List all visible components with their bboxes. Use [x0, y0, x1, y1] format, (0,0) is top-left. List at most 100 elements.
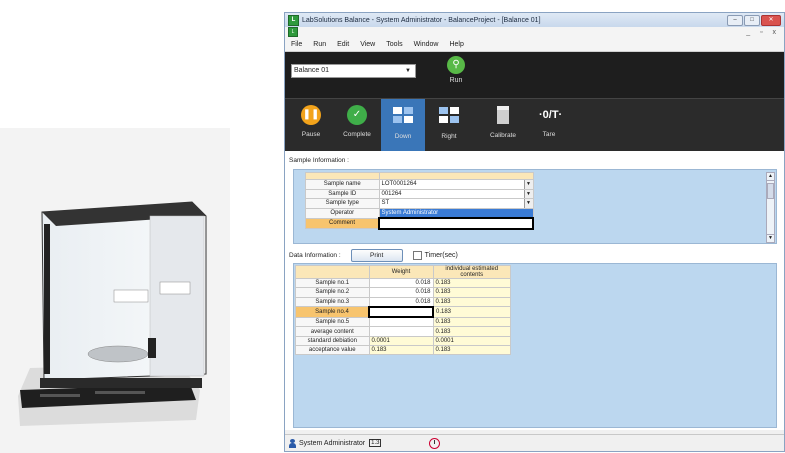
menu-file[interactable]: File: [291, 41, 302, 48]
row-label: Sample no.1: [295, 277, 370, 289]
window-title: LabSolutions Balance - System Administra…: [302, 16, 541, 24]
sample-info-table: Sample name LOT0001264 ▼ Sample ID 001264…: [305, 172, 534, 230]
data-info-table: Weight individual estimated contents Sam…: [295, 265, 511, 356]
vertical-scrollbar[interactable]: ▲ ▼: [766, 172, 775, 243]
sample-name-field[interactable]: LOT0001264 ▼: [378, 179, 534, 190]
table-row: average content 0.183: [295, 326, 511, 337]
sample-type-label: Sample type: [305, 198, 380, 209]
calibrate-label: Calibrate: [489, 132, 516, 139]
sample-info-grid: Sample name LOT0001264 ▼ Sample ID 001264…: [293, 169, 777, 244]
table-row: Sample no.2 0.018 0.183: [295, 287, 511, 298]
scroll-thumb[interactable]: [767, 183, 774, 199]
table-row: Sample ID 001264 ▼: [305, 188, 534, 199]
sample-info-label: Sample Information :: [289, 157, 349, 164]
weight-cell: 0.0001: [368, 335, 434, 347]
minimize-button[interactable]: –: [727, 14, 743, 26]
pause-icon: ❚❚: [301, 105, 321, 125]
weight-column-header: Weight: [368, 265, 434, 279]
close-button[interactable]: ✕: [761, 14, 781, 26]
table-row: Sample name LOT0001264 ▼: [305, 179, 534, 190]
row-label: Sample no.5: [295, 316, 370, 328]
content-cell: 0.183: [432, 306, 511, 318]
table-header-row: Weight individual estimated contents: [295, 265, 511, 279]
table-row: Sample no.3 0.018 0.183: [295, 296, 511, 308]
scroll-up-icon[interactable]: ▲: [767, 173, 774, 181]
weight-cell[interactable]: 0.018: [368, 296, 434, 308]
tare-button[interactable]: ·0/T· Tare: [527, 99, 571, 151]
table-row: acceptance value 0.183 0.183: [295, 345, 511, 356]
run-button[interactable]: ⚲ Run: [441, 56, 471, 84]
content-cell: 0.0001: [432, 335, 511, 347]
sample-type-field[interactable]: ST ▼: [378, 198, 534, 209]
menu-bar: File Run Edit View Tools Window Help: [285, 37, 784, 52]
mdi-window-controls[interactable]: _ ▫ x: [746, 29, 780, 36]
data-info-toolbar: Data Information : Print Timer(sec): [289, 249, 458, 262]
comment-label: Comment: [305, 217, 380, 229]
weight-cell[interactable]: 0.018: [368, 287, 434, 298]
dropdown-arrow-icon[interactable]: ▼: [523, 189, 533, 198]
balance-select-value: Balance 01: [294, 67, 330, 74]
data-info-label: Data Information :: [289, 252, 341, 259]
weight-cell[interactable]: 0.018: [368, 277, 434, 289]
status-user: System Administrator: [299, 439, 366, 447]
row-label: Sample no.4: [295, 306, 370, 318]
mdi-bar: L _ ▫ x: [285, 27, 784, 37]
menu-run[interactable]: Run: [313, 41, 326, 48]
chevron-down-icon: ▼: [405, 68, 411, 74]
app-icon: L: [288, 14, 299, 26]
grid-down-icon: [393, 107, 413, 127]
title-bar: L LabSolutions Balance - System Administ…: [285, 13, 784, 27]
dropdown-arrow-icon[interactable]: ▼: [523, 180, 533, 189]
operator-field[interactable]: System Administrator: [378, 207, 534, 219]
maximize-button[interactable]: □: [744, 14, 760, 26]
timer-checkbox[interactable]: Timer(sec): [412, 251, 458, 260]
sample-id-label: Sample ID: [305, 188, 380, 199]
table-row: Operator System Administrator: [305, 207, 534, 219]
content-cell: 0.183: [432, 296, 511, 308]
weight-cell-active[interactable]: [368, 305, 434, 319]
content-cell: 0.183: [432, 326, 511, 337]
content-cell: 0.183: [432, 345, 511, 356]
right-button[interactable]: Right: [427, 99, 471, 151]
balance-product-photo: [0, 128, 230, 453]
content-cell: 0.183: [432, 316, 511, 328]
weight-cell: 0.183: [368, 345, 434, 356]
row-label: average content: [295, 326, 370, 337]
menu-tools[interactable]: Tools: [386, 41, 402, 48]
table-row: Sample no.1 0.018 0.183: [295, 277, 511, 289]
dropdown-arrow-icon[interactable]: ▼: [523, 199, 533, 208]
calibrate-button[interactable]: Calibrate: [481, 99, 525, 151]
row-label: standard debiation: [295, 335, 370, 347]
down-label: Down: [394, 133, 412, 140]
menu-edit[interactable]: Edit: [337, 41, 349, 48]
weight-cell[interactable]: [368, 316, 434, 328]
complete-button[interactable]: ✓ Complete: [335, 99, 379, 151]
status-badge: 1.3: [369, 439, 382, 447]
weight-icon: [493, 106, 513, 126]
status-bar: System Administrator 1.3: [285, 434, 784, 451]
menu-view[interactable]: View: [360, 41, 375, 48]
menu-window[interactable]: Window: [414, 41, 439, 48]
down-button[interactable]: Down: [381, 99, 425, 151]
pause-label: Pause: [301, 131, 321, 138]
checkbox-box[interactable]: [412, 251, 422, 260]
run-label: Run: [449, 77, 463, 84]
run-panel: Balance 01 ▼ ⚲ Run: [285, 52, 784, 98]
scroll-down-icon[interactable]: ▼: [767, 234, 774, 242]
right-label: Right: [441, 133, 457, 140]
user-icon: [289, 438, 296, 448]
table-row: Sample type ST ▼: [305, 198, 534, 209]
content-cell: 0.183: [432, 277, 511, 289]
pause-button[interactable]: ❚❚ Pause: [289, 99, 333, 151]
tare-icon: ·0/T·: [539, 109, 563, 121]
sample-id-field[interactable]: 001264 ▼: [378, 188, 534, 199]
content-column-header: individual estimated contents: [432, 265, 511, 279]
table-row: Sample no.4 0.183: [295, 305, 511, 319]
menu-help[interactable]: Help: [449, 41, 463, 48]
table-row: Comment: [305, 217, 534, 230]
balance-select[interactable]: Balance 01 ▼: [291, 64, 416, 78]
print-button[interactable]: Print: [350, 249, 403, 262]
sample-name-label: Sample name: [305, 179, 380, 190]
comment-field[interactable]: [378, 217, 534, 230]
link-icon: ⚲: [447, 56, 465, 74]
